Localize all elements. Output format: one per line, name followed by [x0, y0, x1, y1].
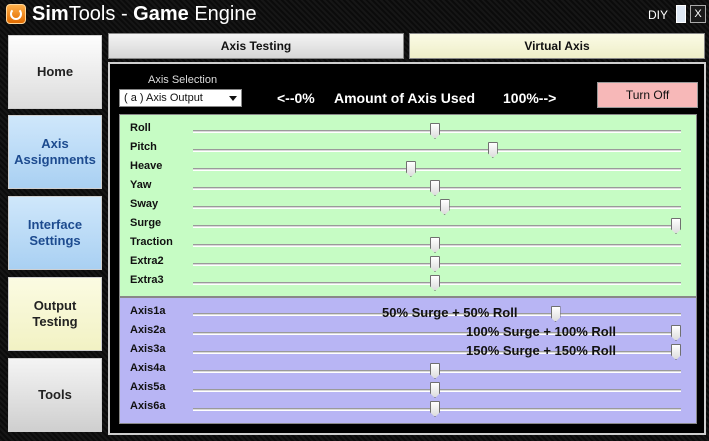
nav-home-label: Home [36, 64, 74, 79]
axis-row-surge: Surge [120, 216, 696, 235]
nav-output-testing-label: Output Testing [32, 298, 78, 329]
axis-slider-thumb[interactable] [430, 256, 440, 272]
nav-axis-assignments-button[interactable]: Axis Assignments [8, 115, 102, 189]
nav-interface-settings-button[interactable]: Interface Settings [8, 196, 102, 270]
virtual-axis-label: Axis6a [130, 400, 166, 412]
nav-tools-label: Tools [38, 387, 72, 402]
simtools-logo-icon [6, 4, 26, 24]
axis-slider-track[interactable] [193, 206, 681, 209]
virtual-axis-label: Axis5a [130, 381, 166, 393]
amount-max-label: 100%--> [503, 90, 557, 106]
axis-slider-track[interactable] [193, 149, 681, 152]
axis-slider-thumb[interactable] [430, 123, 440, 139]
mix-formula-label: 50% Surge + 50% Roll [382, 305, 518, 320]
axis-label: Pitch [130, 141, 157, 153]
axis-label: Roll [130, 122, 151, 134]
axis-row-traction: Traction [120, 235, 696, 254]
virtual-axis-row-axis4a: Axis4a [120, 361, 696, 380]
nav-tools-button[interactable]: Tools [8, 358, 102, 432]
axis-selection-dropdown[interactable]: ( a ) Axis Output [119, 89, 242, 107]
mix-formula-label: 150% Surge + 150% Roll [466, 343, 616, 358]
turn-off-button[interactable]: Turn Off [597, 82, 698, 108]
axis-slider-track[interactable] [193, 168, 681, 171]
axis-row-yaw: Yaw [120, 178, 696, 197]
axis-selection-value: ( a ) Axis Output [124, 92, 203, 104]
axis-label: Yaw [130, 179, 152, 191]
virtual-axis-slider-thumb[interactable] [550, 306, 561, 322]
virtual-axis-slider-thumb[interactable] [671, 344, 681, 360]
axis-slider-thumb[interactable] [430, 180, 440, 196]
axis-selection-label: Axis Selection [148, 74, 218, 86]
axis-label: Heave [130, 160, 163, 172]
virtual-axis-slider-thumb[interactable] [430, 401, 440, 417]
nav-home-button[interactable]: Home [8, 35, 102, 109]
axis-slider-track[interactable] [193, 225, 681, 228]
virtual-axis-row-axis1a: Axis1a 50% Surge + 50% Roll [120, 304, 696, 323]
amount-min-label: <--0% [277, 90, 315, 106]
axis-slider-thumb[interactable] [430, 275, 440, 291]
axis-label: Surge [130, 217, 162, 229]
axis-slider-thumb[interactable] [671, 218, 681, 234]
virtual-axis-row-axis3a: Axis3a 150% Surge + 150% Roll [120, 342, 696, 361]
chevron-down-icon [229, 96, 237, 101]
axis-label: Traction [130, 236, 173, 248]
virtual-axis-label: Axis1a [130, 305, 166, 317]
virtual-axis-row-axis6a: Axis6a [120, 399, 696, 418]
virtual-axis-slider-thumb[interactable] [430, 363, 440, 379]
virtual-axis-row-axis2a: Axis2a 100% Surge + 100% Roll [120, 323, 696, 342]
axis-sliders-panel: Roll Pitch Heave Yaw Sway Surge Traction Extra2… [119, 114, 697, 297]
virtual-axis-slider-thumb[interactable] [430, 382, 440, 398]
title-bar: SimTools - Game Engine DIY X [0, 0, 709, 30]
virtual-axis-sliders-panel: Axis1a 50% Surge + 50% Roll Axis2a 100% Sur… [119, 297, 697, 424]
virtual-axis-label: Axis3a [130, 343, 166, 355]
axis-slider-thumb[interactable] [487, 142, 498, 158]
close-button[interactable]: X [690, 5, 706, 23]
axis-label: Extra3 [130, 274, 164, 286]
axis-label: Sway [130, 198, 159, 210]
virtual-axis-slider-thumb[interactable] [671, 325, 681, 341]
window-title: SimTools - Game Engine [32, 3, 257, 25]
diy-label: DIY [648, 8, 669, 22]
axis-label: Extra2 [130, 255, 164, 267]
nav-interface-settings-label: Interface Settings [27, 217, 83, 248]
nav-output-testing-button[interactable]: Output Testing [8, 277, 102, 351]
mix-formula-label: 100% Surge + 100% Roll [466, 324, 616, 339]
virtual-axis-row-axis5a: Axis5a [120, 380, 696, 399]
virtual-axis-label: Axis4a [130, 362, 166, 374]
virtual-axis-label: Axis2a [130, 324, 166, 336]
amount-of-axis-label: Amount of Axis Used [334, 90, 476, 106]
axis-row-extra3: Extra3 [120, 273, 696, 292]
tab-axis-testing[interactable]: Axis Testing [108, 33, 404, 59]
axis-row-pitch: Pitch [120, 140, 696, 159]
axis-row-roll: Roll [120, 121, 696, 140]
axis-slider-thumb[interactable] [405, 161, 416, 177]
diy-toggle[interactable] [676, 5, 686, 23]
axis-row-extra2: Extra2 [120, 254, 696, 273]
tab-virtual-axis[interactable]: Virtual Axis [409, 33, 705, 59]
axis-slider-thumb[interactable] [439, 199, 450, 215]
axis-testing-panel: Axis Selection ( a ) Axis Output <--0% A… [108, 62, 706, 435]
axis-row-heave: Heave [120, 159, 696, 178]
axis-slider-thumb[interactable] [430, 237, 440, 253]
axis-row-sway: Sway [120, 197, 696, 216]
nav-axis-assignments-label: Axis Assignments [14, 136, 96, 167]
